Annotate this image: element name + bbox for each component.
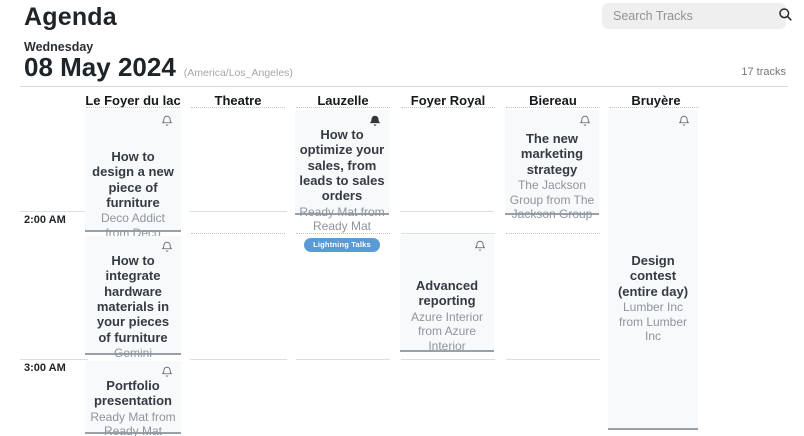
agenda-page: Agenda Wednesday 08 May 2024 (America/Lo…: [0, 0, 804, 436]
talk-speaker: Lumber Inc from Lumber Inc: [612, 300, 694, 344]
date-label: 08 May 2024: [24, 52, 176, 83]
slot-line: [401, 233, 495, 234]
talk-card-how-to-design[interactable]: How to design a new piece of furniture D…: [85, 110, 181, 232]
hour-line: [506, 359, 600, 360]
slot-dotted-line: [506, 233, 600, 234]
page-title: Agenda: [24, 3, 117, 32]
room-header-theatre: Theatre: [190, 93, 286, 108]
hour-line: [20, 359, 88, 360]
reminder-bell-icon[interactable]: [509, 113, 595, 127]
talk-title: How to design a new piece of furniture: [89, 149, 177, 210]
talk-card-new-marketing-strategy[interactable]: The new marketing strategy The Jackson G…: [505, 110, 599, 215]
header-dotted-line: [609, 107, 699, 108]
talk-speaker: The Jackson Group from The Jackson Group: [509, 178, 595, 222]
header-dotted-line: [296, 107, 390, 108]
header-dotted-line: [401, 107, 495, 108]
talk-title: How to integrate hardware materials in y…: [89, 253, 177, 345]
hour-line: [20, 211, 88, 212]
reminder-bell-icon[interactable]: [89, 364, 177, 378]
talk-speaker: Ready Mat from Ready Mat: [89, 410, 177, 436]
room-header-foyer-royal: Foyer Royal: [400, 93, 496, 108]
tracks-count: 17 tracks: [741, 66, 786, 78]
room-header-biereau: Biereau: [505, 93, 601, 108]
reminder-bell-filled-icon[interactable]: [299, 113, 385, 127]
header-dotted-line: [191, 107, 285, 108]
table-top-rule: [20, 86, 788, 87]
talk-title: Design contest (entire day): [612, 253, 694, 299]
reminder-bell-icon[interactable]: [612, 113, 694, 127]
timezone-label: (America/Los_Angeles): [184, 67, 293, 79]
hour-line: [400, 211, 494, 212]
date-row: 08 May 2024 (America/Los_Angeles): [24, 52, 293, 83]
hour-line: [296, 359, 390, 360]
room-header-le-foyer-du-lac: Le Foyer du lac: [85, 93, 181, 108]
room-header-lauzelle: Lauzelle: [295, 93, 391, 108]
hour-line: [401, 359, 495, 360]
talk-title: Advanced reporting: [404, 278, 490, 309]
talk-title: Portfolio presentation: [89, 378, 177, 409]
reminder-bell-icon[interactable]: [89, 239, 177, 253]
talk-card-design-contest[interactable]: Design contest (entire day) Lumber Inc f…: [608, 110, 698, 430]
search-box[interactable]: [602, 3, 786, 29]
search-icon: [778, 7, 793, 25]
time-label-3am: 3:00 AM: [24, 362, 66, 374]
reminder-bell-icon[interactable]: [404, 238, 490, 252]
room-header-bruyere: Bruyère: [608, 93, 704, 108]
talk-card-portfolio-presentation[interactable]: Portfolio presentation Ready Mat from Re…: [85, 361, 181, 434]
reminder-bell-icon[interactable]: [89, 113, 177, 127]
search-button[interactable]: [778, 7, 802, 25]
talk-speaker: Ready Mat from Ready Mat: [299, 205, 385, 234]
hour-line: [190, 211, 287, 212]
header-dotted-line: [86, 107, 180, 108]
time-label-2am: 2:00 AM: [24, 214, 66, 226]
talk-card-how-to-integrate[interactable]: How to integrate hardware materials in y…: [85, 236, 181, 355]
talk-card-how-to-optimize[interactable]: How to optimize your sales, from leads t…: [295, 110, 389, 215]
hour-line: [190, 359, 287, 360]
header-dotted-line: [506, 107, 600, 108]
talk-card-advanced-reporting[interactable]: Advanced reporting Azure Interior from A…: [400, 235, 494, 352]
slot-dotted-line: [191, 233, 285, 234]
search-input[interactable]: [602, 9, 778, 23]
talk-title: The new marketing strategy: [509, 131, 595, 177]
talk-tag-badge: Lightning Talks: [304, 238, 380, 252]
talk-speaker: Azure Interior from Azure Interior: [404, 310, 490, 354]
talk-title: How to optimize your sales, from leads t…: [299, 127, 385, 204]
